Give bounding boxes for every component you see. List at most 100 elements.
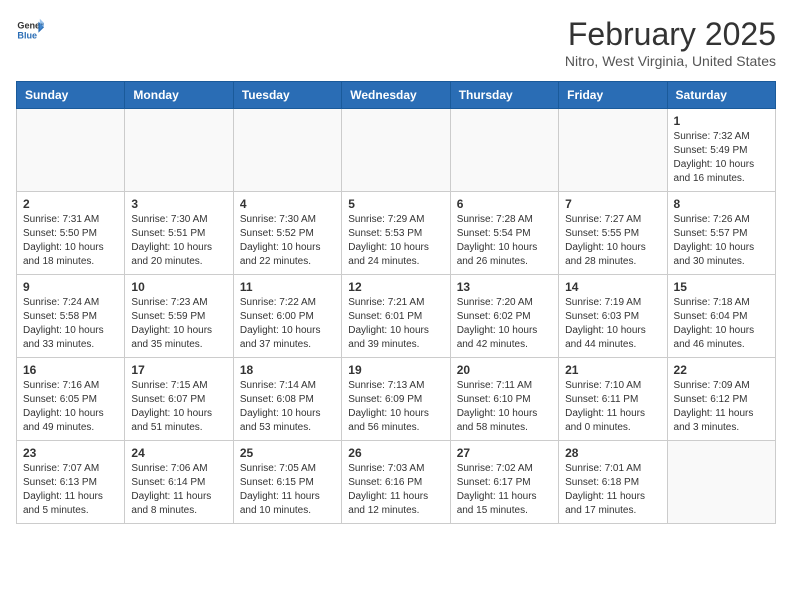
calendar-cell: 10 Sunrise: 7:23 AM Sunset: 5:59 PM Dayli… <box>125 275 233 358</box>
calendar-cell: 18 Sunrise: 7:14 AM Sunset: 6:08 PM Dayli… <box>233 358 341 441</box>
logo: General Blue <box>16 16 44 44</box>
day-info: Sunrise: 7:19 AM Sunset: 6:03 PM Dayligh… <box>565 296 660 352</box>
day-info: Sunrise: 7:10 AM Sunset: 6:11 PM Dayligh… <box>565 379 660 435</box>
day-info: Sunrise: 7:11 AM Sunset: 6:10 PM Dayligh… <box>457 379 552 435</box>
day-number: 8 <box>674 197 769 211</box>
weekday-header-tuesday: Tuesday <box>233 82 341 109</box>
day-info: Sunrise: 7:20 AM Sunset: 6:02 PM Dayligh… <box>457 296 552 352</box>
calendar-cell: 14Sunrise: 7:19 AM Sunset: 6:03 PM Dayli… <box>559 275 667 358</box>
day-number: 4 <box>240 197 335 211</box>
calendar-cell: 7 Sunrise: 7:27 AM Sunset: 5:55 PM Daylig… <box>559 192 667 275</box>
day-number: 24 <box>131 446 226 460</box>
day-info: Sunrise: 7:02 AM Sunset: 6:17 PM Dayligh… <box>457 462 552 518</box>
calendar-cell: 19 Sunrise: 7:13 AM Sunset: 6:09 PM Dayli… <box>342 358 450 441</box>
day-number: 1 <box>674 114 769 128</box>
day-number: 6 <box>457 197 552 211</box>
day-number: 21 <box>565 363 660 377</box>
logo-icon: General Blue <box>16 16 44 44</box>
day-number: 2 <box>23 197 118 211</box>
calendar-cell: 17 Sunrise: 7:15 AM Sunset: 6:07 PM Dayli… <box>125 358 233 441</box>
calendar-cell: 28Sunrise: 7:01 AM Sunset: 6:18 PM Dayli… <box>559 441 667 524</box>
weekday-header-sunday: Sunday <box>17 82 125 109</box>
svg-text:Blue: Blue <box>17 30 37 40</box>
calendar-cell: 4 Sunrise: 7:30 AM Sunset: 5:52 PM Daylig… <box>233 192 341 275</box>
day-number: 22 <box>674 363 769 377</box>
day-number: 25 <box>240 446 335 460</box>
day-info: Sunrise: 7:30 AM Sunset: 5:51 PM Dayligh… <box>131 213 226 269</box>
calendar-cell: 11 Sunrise: 7:22 AM Sunset: 6:00 PM Dayli… <box>233 275 341 358</box>
calendar-cell <box>233 109 341 192</box>
calendar-cell: 1 Sunrise: 7:32 AM Sunset: 5:49 PM Daylig… <box>667 109 775 192</box>
calendar-cell <box>667 441 775 524</box>
day-info: Sunrise: 7:05 AM Sunset: 6:15 PM Dayligh… <box>240 462 335 518</box>
day-info: Sunrise: 7:27 AM Sunset: 5:55 PM Dayligh… <box>565 213 660 269</box>
page-header: General Blue February 2025 Nitro, West V… <box>16 16 776 69</box>
calendar-cell: 3 Sunrise: 7:30 AM Sunset: 5:51 PM Daylig… <box>125 192 233 275</box>
day-number: 20 <box>457 363 552 377</box>
calendar-cell: 24 Sunrise: 7:06 AM Sunset: 6:14 PM Dayli… <box>125 441 233 524</box>
calendar-cell: 26Sunrise: 7:03 AM Sunset: 6:16 PM Dayli… <box>342 441 450 524</box>
calendar-cell: 27 Sunrise: 7:02 AM Sunset: 6:17 PM Dayli… <box>450 441 558 524</box>
weekday-header-wednesday: Wednesday <box>342 82 450 109</box>
day-info: Sunrise: 7:06 AM Sunset: 6:14 PM Dayligh… <box>131 462 226 518</box>
day-number: 16 <box>23 363 118 377</box>
weekday-header-row: SundayMondayTuesdayWednesdayThursdayFrid… <box>17 82 776 109</box>
calendar-cell <box>125 109 233 192</box>
day-info: Sunrise: 7:22 AM Sunset: 6:00 PM Dayligh… <box>240 296 335 352</box>
calendar-week-5: 23 Sunrise: 7:07 AM Sunset: 6:13 PM Dayli… <box>17 441 776 524</box>
calendar-cell <box>17 109 125 192</box>
day-info: Sunrise: 7:31 AM Sunset: 5:50 PM Dayligh… <box>23 213 118 269</box>
day-number: 17 <box>131 363 226 377</box>
calendar-week-2: 2 Sunrise: 7:31 AM Sunset: 5:50 PM Daylig… <box>17 192 776 275</box>
calendar-cell: 12 Sunrise: 7:21 AM Sunset: 6:01 PM Dayli… <box>342 275 450 358</box>
day-info: Sunrise: 7:09 AM Sunset: 6:12 PM Dayligh… <box>674 379 769 435</box>
weekday-header-saturday: Saturday <box>667 82 775 109</box>
day-info: Sunrise: 7:07 AM Sunset: 6:13 PM Dayligh… <box>23 462 118 518</box>
day-number: 27 <box>457 446 552 460</box>
day-info: Sunrise: 7:26 AM Sunset: 5:57 PM Dayligh… <box>674 213 769 269</box>
calendar-cell: 13 Sunrise: 7:20 AM Sunset: 6:02 PM Dayli… <box>450 275 558 358</box>
day-number: 9 <box>23 280 118 294</box>
day-info: Sunrise: 7:14 AM Sunset: 6:08 PM Dayligh… <box>240 379 335 435</box>
calendar-cell: 15Sunrise: 7:18 AM Sunset: 6:04 PM Dayli… <box>667 275 775 358</box>
day-info: Sunrise: 7:24 AM Sunset: 5:58 PM Dayligh… <box>23 296 118 352</box>
day-info: Sunrise: 7:32 AM Sunset: 5:49 PM Dayligh… <box>674 130 769 186</box>
day-number: 23 <box>23 446 118 460</box>
day-info: Sunrise: 7:23 AM Sunset: 5:59 PM Dayligh… <box>131 296 226 352</box>
day-number: 10 <box>131 280 226 294</box>
weekday-header-monday: Monday <box>125 82 233 109</box>
day-number: 11 <box>240 280 335 294</box>
calendar-cell <box>450 109 558 192</box>
day-number: 5 <box>348 197 443 211</box>
calendar-cell: 6 Sunrise: 7:28 AM Sunset: 5:54 PM Daylig… <box>450 192 558 275</box>
day-number: 18 <box>240 363 335 377</box>
title-block: February 2025 Nitro, West Virginia, Unit… <box>565 16 776 69</box>
day-number: 13 <box>457 280 552 294</box>
calendar-cell: 20 Sunrise: 7:11 AM Sunset: 6:10 PM Dayli… <box>450 358 558 441</box>
day-number: 3 <box>131 197 226 211</box>
calendar-cell: 25 Sunrise: 7:05 AM Sunset: 6:15 PM Dayli… <box>233 441 341 524</box>
day-info: Sunrise: 7:28 AM Sunset: 5:54 PM Dayligh… <box>457 213 552 269</box>
day-number: 28 <box>565 446 660 460</box>
calendar-cell: 9 Sunrise: 7:24 AM Sunset: 5:58 PM Daylig… <box>17 275 125 358</box>
day-info: Sunrise: 7:18 AM Sunset: 6:04 PM Dayligh… <box>674 296 769 352</box>
day-info: Sunrise: 7:16 AM Sunset: 6:05 PM Dayligh… <box>23 379 118 435</box>
weekday-header-friday: Friday <box>559 82 667 109</box>
day-number: 7 <box>565 197 660 211</box>
calendar-cell: 16 Sunrise: 7:16 AM Sunset: 6:05 PM Dayli… <box>17 358 125 441</box>
calendar-cell: 2 Sunrise: 7:31 AM Sunset: 5:50 PM Daylig… <box>17 192 125 275</box>
day-info: Sunrise: 7:03 AM Sunset: 6:16 PM Dayligh… <box>348 462 443 518</box>
calendar-cell <box>342 109 450 192</box>
day-info: Sunrise: 7:13 AM Sunset: 6:09 PM Dayligh… <box>348 379 443 435</box>
calendar-table: SundayMondayTuesdayWednesdayThursdayFrid… <box>16 81 776 524</box>
day-info: Sunrise: 7:21 AM Sunset: 6:01 PM Dayligh… <box>348 296 443 352</box>
day-number: 12 <box>348 280 443 294</box>
calendar-week-3: 9 Sunrise: 7:24 AM Sunset: 5:58 PM Daylig… <box>17 275 776 358</box>
calendar-cell: 5Sunrise: 7:29 AM Sunset: 5:53 PM Daylig… <box>342 192 450 275</box>
month-title: February 2025 <box>565 16 776 53</box>
location: Nitro, West Virginia, United States <box>565 53 776 69</box>
day-number: 19 <box>348 363 443 377</box>
day-info: Sunrise: 7:30 AM Sunset: 5:52 PM Dayligh… <box>240 213 335 269</box>
calendar-week-4: 16 Sunrise: 7:16 AM Sunset: 6:05 PM Dayli… <box>17 358 776 441</box>
day-info: Sunrise: 7:15 AM Sunset: 6:07 PM Dayligh… <box>131 379 226 435</box>
